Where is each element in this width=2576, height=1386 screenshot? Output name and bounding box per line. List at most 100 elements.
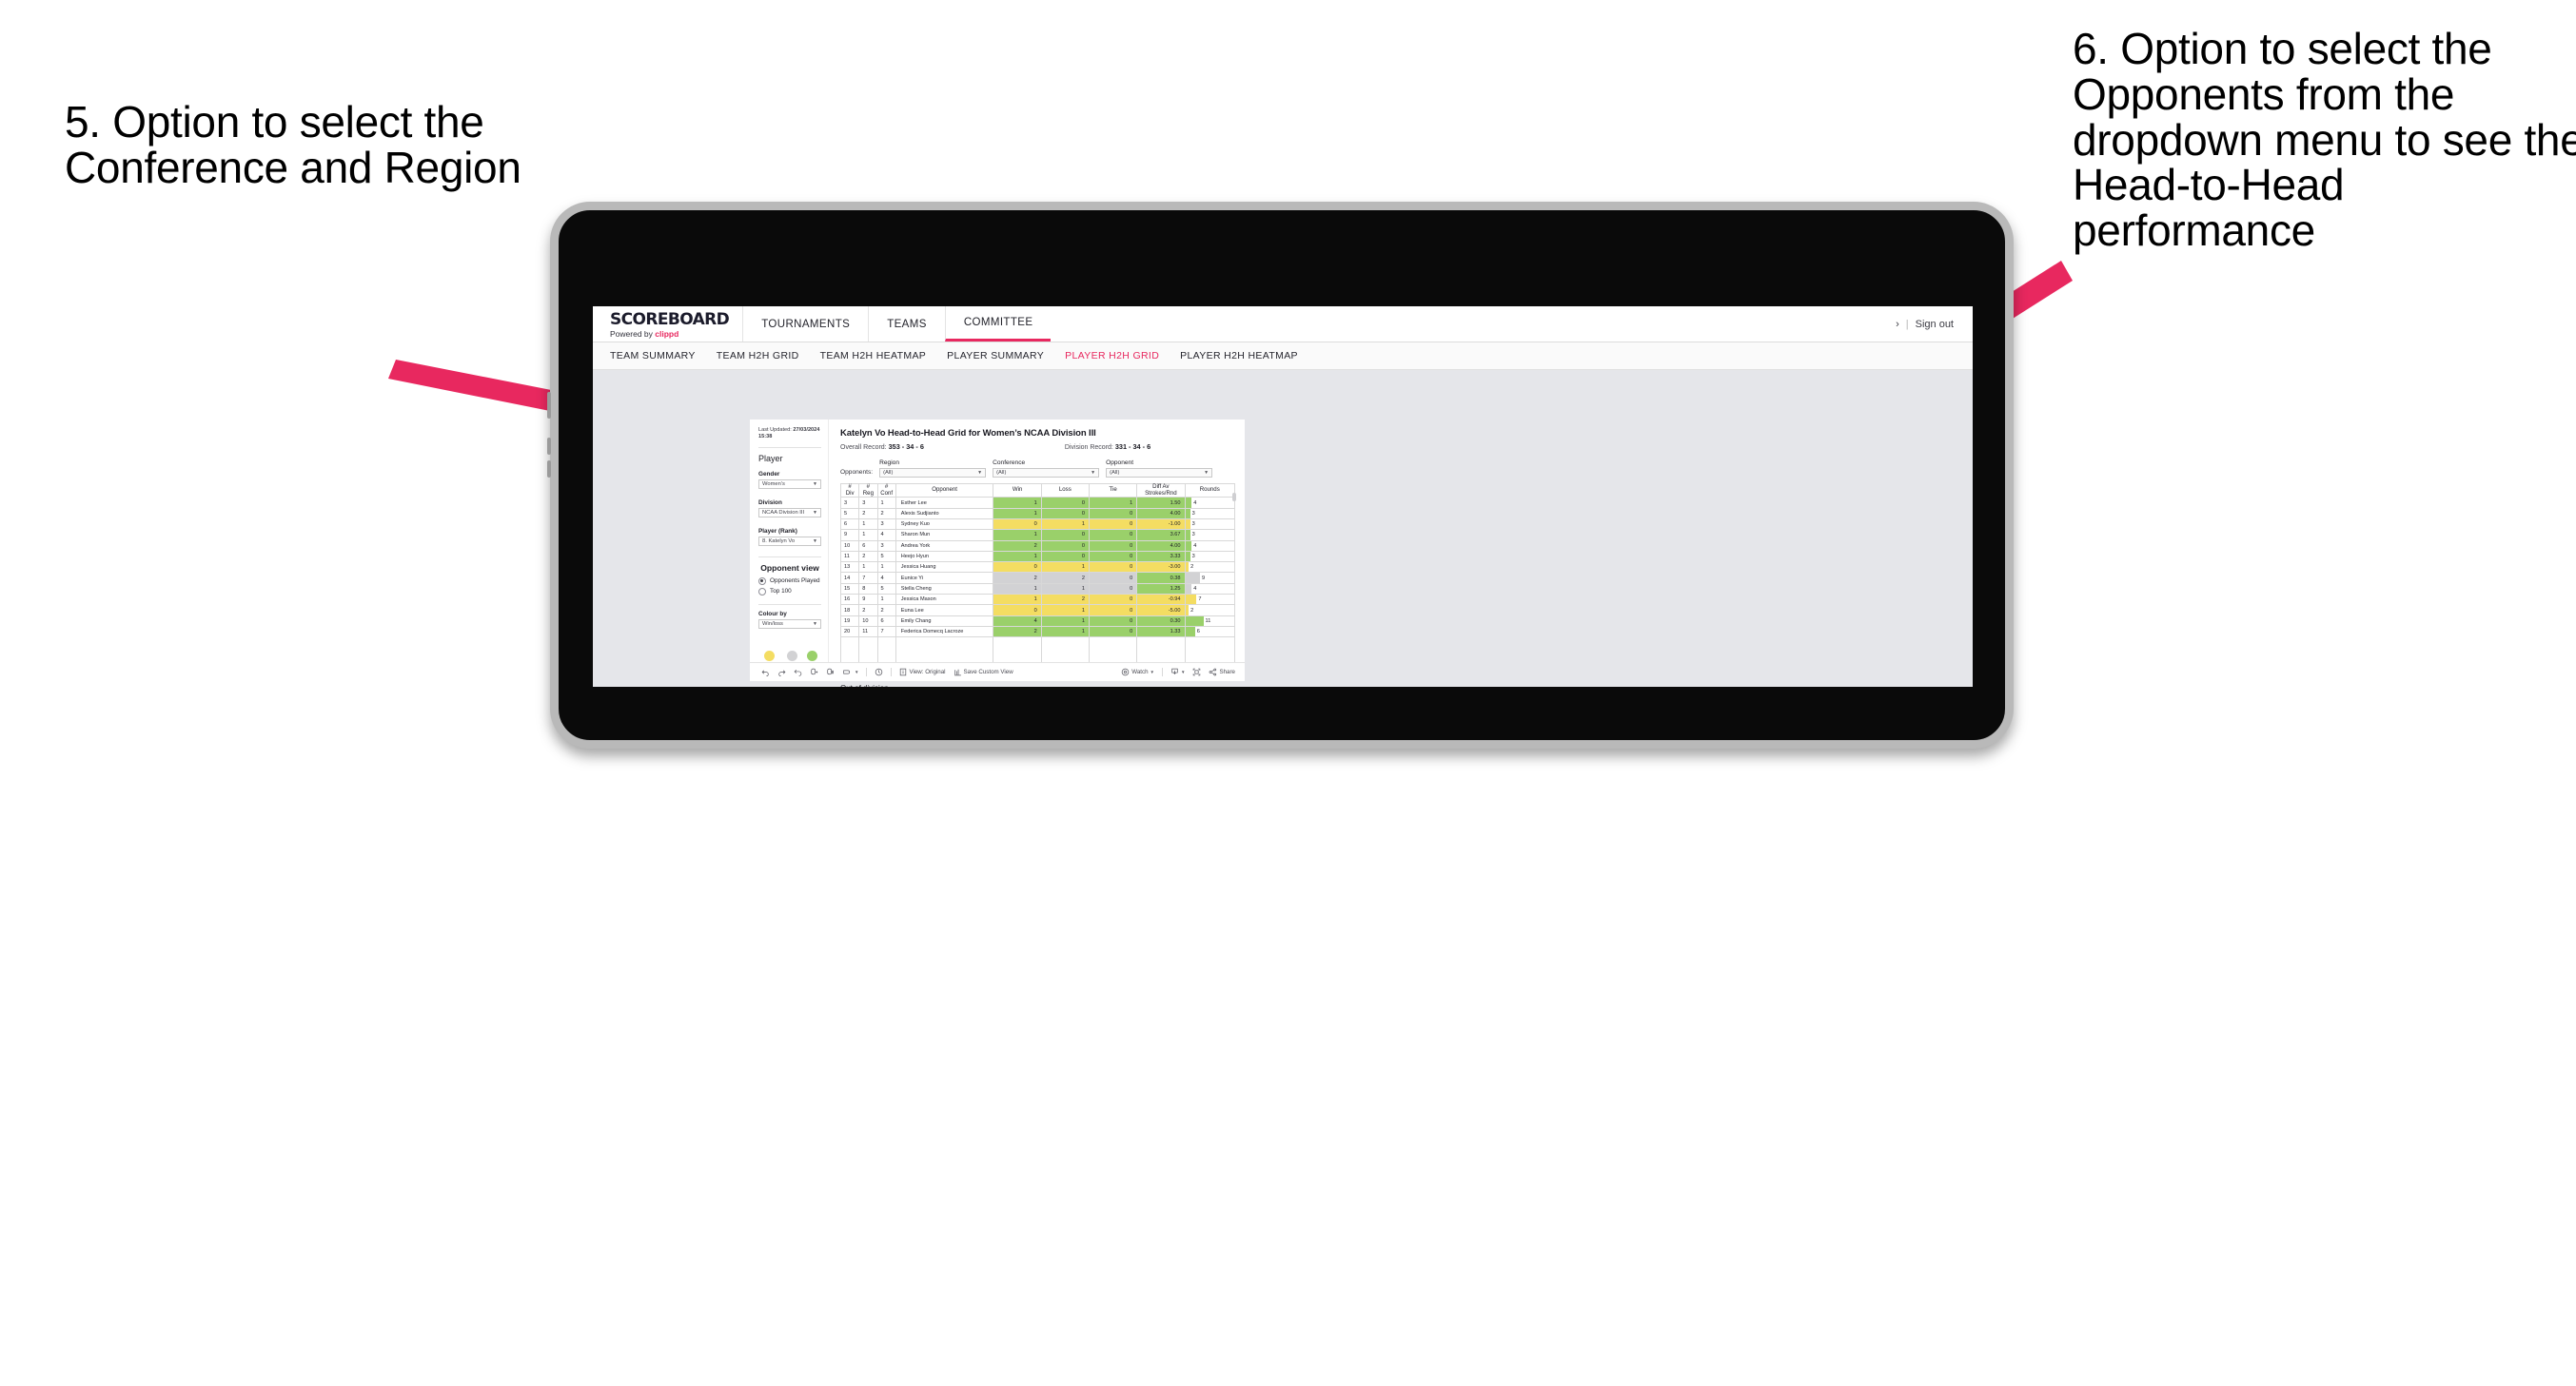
cell-loss: 2	[1040, 594, 1090, 606]
table-row[interactable]: 20 11 7 Federica Domecq Lacroze 2 1 0 1.33 6	[839, 625, 1235, 638]
table-row[interactable]: 10 6 3 Andrea York 2 0 0 4.00 4	[839, 539, 1235, 552]
cell-opponent: Heejo Hyun	[895, 550, 994, 563]
radio-top-100[interactable]: Top 100	[758, 587, 821, 595]
col-header-rounds: Rounds	[1184, 482, 1235, 498]
cell-tie: 0	[1088, 572, 1138, 584]
nav-tab-tournaments[interactable]: TOURNAMENTS	[742, 306, 868, 342]
cell-loss: 0	[1040, 507, 1090, 520]
chevron-down-icon: ▼	[813, 620, 817, 627]
workbook-canvas: Last Updated: 27/03/2024 15:38 Player Ge…	[593, 370, 1973, 687]
subtab-team-summary[interactable]: TEAM SUMMARY	[610, 350, 717, 361]
sign-out-link[interactable]: Sign out	[1916, 319, 1954, 330]
tablet-volume-down-button[interactable]	[547, 460, 551, 478]
cell-loss: 1	[1040, 604, 1090, 616]
last-updated: Last Updated: 27/03/2024 15:38	[758, 427, 821, 440]
cell-div: 10	[839, 539, 860, 552]
cell-loss: 0	[1040, 550, 1090, 563]
alerts-button[interactable]	[871, 668, 887, 676]
chevron-down-icon: ▼	[1150, 670, 1155, 674]
toolbar-right-group: Watch ▼ ▼ Share	[1117, 668, 1245, 676]
cell-div: 5	[839, 507, 860, 520]
tablet-power-button[interactable]	[547, 392, 551, 419]
watch-label: Watch	[1131, 669, 1149, 675]
table-row[interactable]: 11 2 5 Heejo Hyun 1 0 0 3.33 3	[839, 550, 1235, 563]
cell-opponent: Federica Domecq Lacroze	[895, 625, 994, 638]
cell-div: 13	[839, 561, 860, 574]
radio-unselected-icon	[758, 587, 766, 595]
cell-conf: 2	[876, 604, 896, 616]
cell-loss: 1	[1040, 625, 1090, 638]
workbook-toolbar: ▼ View: Original Save Custom View Watch ▼…	[750, 662, 1245, 681]
cell-tie: 0	[1088, 594, 1138, 606]
cell-rounds: 11	[1184, 615, 1235, 627]
cell-reg: 2	[858, 507, 878, 520]
cell-div: 16	[839, 594, 860, 606]
nav-tab-committee[interactable]: COMMITTEE	[944, 306, 1052, 342]
player-rank-dropdown[interactable]: 8. Katelyn Vo ▼	[758, 536, 821, 546]
cell-win: 1	[993, 497, 1042, 509]
subtab-player-h2h-heatmap[interactable]: PLAYER H2H HEATMAP	[1180, 350, 1319, 361]
table-row[interactable]: 6 1 3 Sydney Kuo 0 1 0 -1.00 3	[839, 517, 1235, 531]
table-row[interactable]: 18 2 2 Euna Lee 0 1 0 -5.00 2	[839, 604, 1235, 616]
cell-reg: 1	[858, 529, 878, 541]
cell-win: 1	[993, 594, 1042, 606]
cell-conf: 6	[876, 615, 896, 627]
cell-tie: 0	[1088, 550, 1138, 563]
cell-conf: 3	[876, 539, 896, 552]
division-dropdown[interactable]: NCAA Division III ▼	[758, 507, 821, 517]
cell-reg: 3	[858, 497, 878, 509]
table-row[interactable]: 14 7 4 Eunice Yi 2 2 0 0.38 9	[839, 572, 1235, 584]
highlight-button[interactable]: ▼	[838, 668, 862, 676]
watch-button[interactable]: Watch ▼	[1117, 668, 1158, 676]
brand-title: SCOREBOARD	[610, 310, 730, 330]
share-button[interactable]: Share	[1205, 668, 1239, 676]
player-rank-label: Player (Rank)	[758, 527, 797, 535]
division-record-label: Division Record:	[1064, 444, 1115, 451]
table-row[interactable]: 15 8 5 Stella Cheng 1 1 0 1.25 4	[839, 582, 1235, 595]
cell-tie: 0	[1088, 582, 1138, 595]
subtab-team-h2h-heatmap[interactable]: TEAM H2H HEATMAP	[820, 350, 948, 361]
cell-opponent: Eunice Yi	[895, 572, 994, 584]
cell-conf: 1	[876, 561, 896, 574]
nav-tab-teams[interactable]: TEAMS	[868, 306, 945, 342]
subtab-team-h2h-grid[interactable]: TEAM H2H GRID	[717, 350, 820, 361]
brand-logo[interactable]: SCOREBOARD Powered by clippd	[593, 306, 742, 342]
opponent-view-heading: Opponent view	[760, 562, 819, 573]
division-value: NCAA Division III	[762, 509, 805, 516]
player-section-heading: Player	[758, 453, 783, 463]
gender-value: Women’s	[762, 480, 785, 487]
colour-by-dropdown[interactable]: Win/loss ▼	[758, 618, 821, 629]
table-row[interactable]: 16 9 1 Jessica Mason 1 2 0 -0.94 7	[839, 594, 1235, 606]
gender-dropdown[interactable]: Women’s ▼	[758, 478, 821, 489]
radio-opponents-played[interactable]: Opponents Played	[758, 576, 821, 585]
grid-vertical-scrollbar[interactable]	[1232, 493, 1236, 501]
chevron-right-icon[interactable]: ›	[1896, 319, 1899, 330]
cell-loss: 1	[1040, 582, 1090, 595]
refresh-data-button[interactable]	[806, 668, 822, 676]
table-row[interactable]: 3 3 1 Esther Lee 1 0 1 1.50 4	[839, 497, 1235, 509]
pause-updates-button[interactable]	[822, 668, 838, 676]
revert-button[interactable]	[790, 668, 806, 676]
cell-diff: 0.38	[1136, 572, 1186, 584]
download-button[interactable]: ▼	[1167, 668, 1189, 676]
redo-button[interactable]	[774, 668, 790, 676]
chevron-down-icon: ▼	[1181, 670, 1186, 674]
region-dropdown[interactable]: (All) ▼	[879, 468, 987, 478]
table-row[interactable]: 19 10 6 Emily Chang 4 1 0 0.30 11	[839, 615, 1235, 627]
subtab-player-h2h-grid[interactable]: PLAYER H2H GRID	[1065, 350, 1180, 361]
view-original-button[interactable]: View: Original	[895, 668, 949, 676]
undo-button[interactable]	[757, 668, 774, 676]
opponent-dropdown[interactable]: (All) ▼	[1106, 468, 1213, 478]
save-custom-view-button[interactable]: Save Custom View	[950, 668, 1017, 676]
table-row[interactable]: 5 2 2 Alexis Sudjianto 1 0 0 4.00 3	[839, 507, 1235, 520]
table-row[interactable]: 9 1 4 Sharon Mun 1 0 0 3.67 3	[839, 529, 1235, 541]
table-row[interactable]: 13 1 1 Jessica Huang 0 1 0 -3.00 2	[839, 561, 1235, 574]
tablet-volume-up-button[interactable]	[547, 438, 551, 455]
cell-reg: 7	[858, 572, 878, 584]
cell-rounds: 3	[1184, 507, 1235, 520]
cell-reg: 2	[858, 550, 878, 563]
subtab-player-summary[interactable]: PLAYER SUMMARY	[947, 350, 1065, 361]
cell-reg: 1	[858, 517, 878, 531]
fullscreen-button[interactable]	[1189, 668, 1205, 676]
conference-dropdown[interactable]: (All) ▼	[993, 468, 1100, 478]
